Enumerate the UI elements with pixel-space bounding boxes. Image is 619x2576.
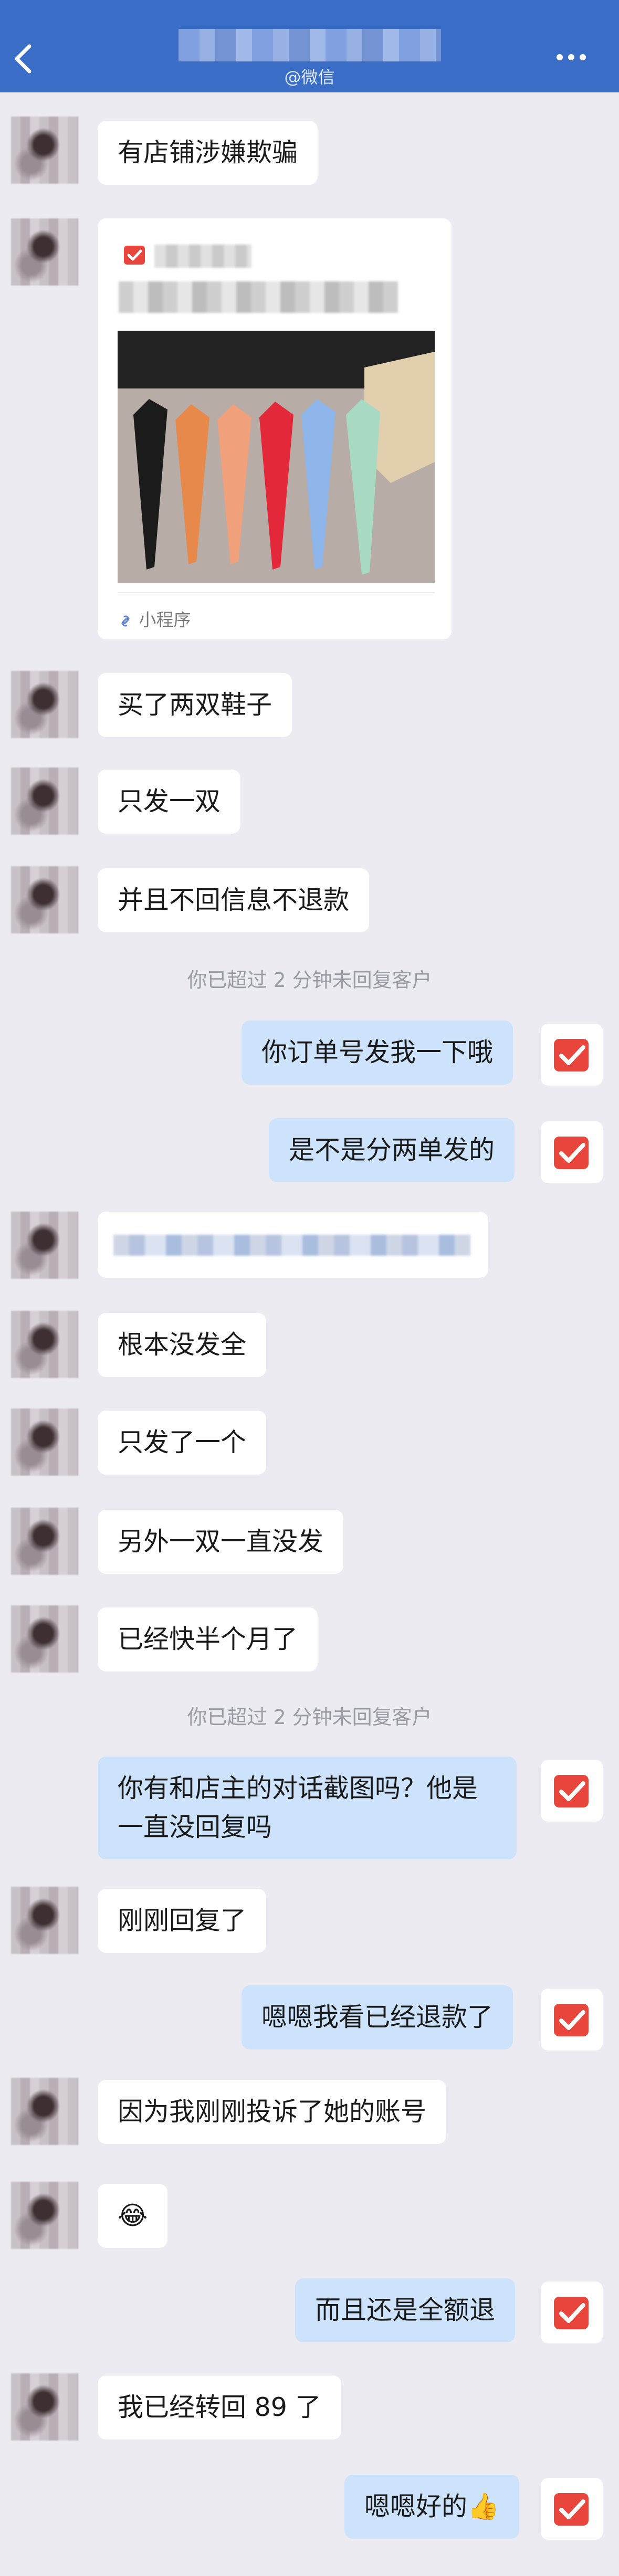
card-title-blurred — [154, 245, 251, 268]
mini-program-card[interactable]: 小程序 — [98, 218, 452, 639]
avatar[interactable] — [11, 767, 78, 835]
avatar[interactable] — [11, 1408, 78, 1476]
message-bubble[interactable]: 是不是分两单发的 — [269, 1118, 515, 1182]
mini-program-icon — [121, 615, 130, 627]
avatar[interactable] — [11, 2373, 78, 2441]
avatar[interactable] — [11, 1212, 78, 1279]
message-bubble[interactable]: 根本没发全 — [98, 1313, 267, 1377]
top-bar: @微信 — [0, 0, 619, 92]
message-bubble[interactable]: 只发一双 — [98, 770, 241, 834]
message-bubble[interactable]: 另外一双一直没发 — [98, 1510, 344, 1574]
system-notice: 你已超过 2 分钟未回复客户 — [187, 969, 432, 992]
avatar[interactable] — [541, 2478, 603, 2540]
chat-title-blurred — [179, 29, 441, 61]
message-bubble[interactable]: 只发了一个 — [98, 1411, 267, 1475]
message-bubble[interactable]: 我已经转回 89 了 — [98, 2375, 341, 2440]
avatar[interactable] — [11, 1311, 78, 1378]
message-bubble[interactable]: 因为我刚刚投诉了她的账号 — [98, 2080, 447, 2144]
avatar[interactable] — [11, 117, 78, 184]
avatar[interactable] — [11, 1508, 78, 1575]
mini-program-label: 小程序 — [118, 606, 191, 631]
more-icon[interactable] — [557, 52, 593, 65]
message-bubble[interactable]: 并且不回信息不退款 — [98, 868, 370, 932]
system-notice: 你已超过 2 分钟未回复客户 — [187, 1706, 432, 1729]
avatar[interactable] — [11, 218, 78, 286]
avatar[interactable] — [541, 1024, 603, 1086]
avatar[interactable] — [11, 1605, 78, 1673]
brand-icon — [123, 243, 147, 267]
avatar[interactable] — [11, 1887, 78, 1954]
chat-subtitle: @微信 — [284, 67, 335, 87]
message-bubble[interactable]: 😂 — [98, 2184, 168, 2248]
avatar[interactable] — [11, 866, 78, 933]
avatar[interactable] — [11, 2182, 78, 2249]
avatar[interactable] — [541, 2281, 603, 2343]
avatar[interactable] — [11, 2078, 78, 2145]
message-bubble[interactable]: 买了两双鞋子 — [98, 673, 292, 737]
card-description-blurred — [119, 281, 398, 313]
avatar[interactable] — [541, 1989, 603, 2051]
message-bubble[interactable]: 嗯嗯我看已经退款了 — [242, 1985, 513, 2049]
message-bubble[interactable]: 而且还是全额退 — [295, 2278, 516, 2342]
message-bubble[interactable]: 已经快半个月了 — [98, 1607, 318, 1671]
message-bubble[interactable]: 你订单号发我一下哦 — [242, 1021, 513, 1085]
message-bubble[interactable]: 嗯嗯好的👍 — [344, 2475, 520, 2539]
card-divider — [118, 592, 435, 593]
avatar[interactable] — [541, 1760, 603, 1822]
message-bubble[interactable]: 有店铺涉嫌欺骗 — [98, 121, 318, 185]
message-bubble[interactable]: 刚刚回复了 — [98, 1889, 267, 1953]
avatar[interactable] — [541, 1121, 603, 1183]
message-bubble[interactable]: 你有和店主的对话截图吗？他是一直没回复吗 — [98, 1757, 517, 1859]
avatar[interactable] — [11, 671, 78, 738]
product-photo — [118, 331, 435, 583]
blurred-message[interactable] — [98, 1212, 488, 1278]
